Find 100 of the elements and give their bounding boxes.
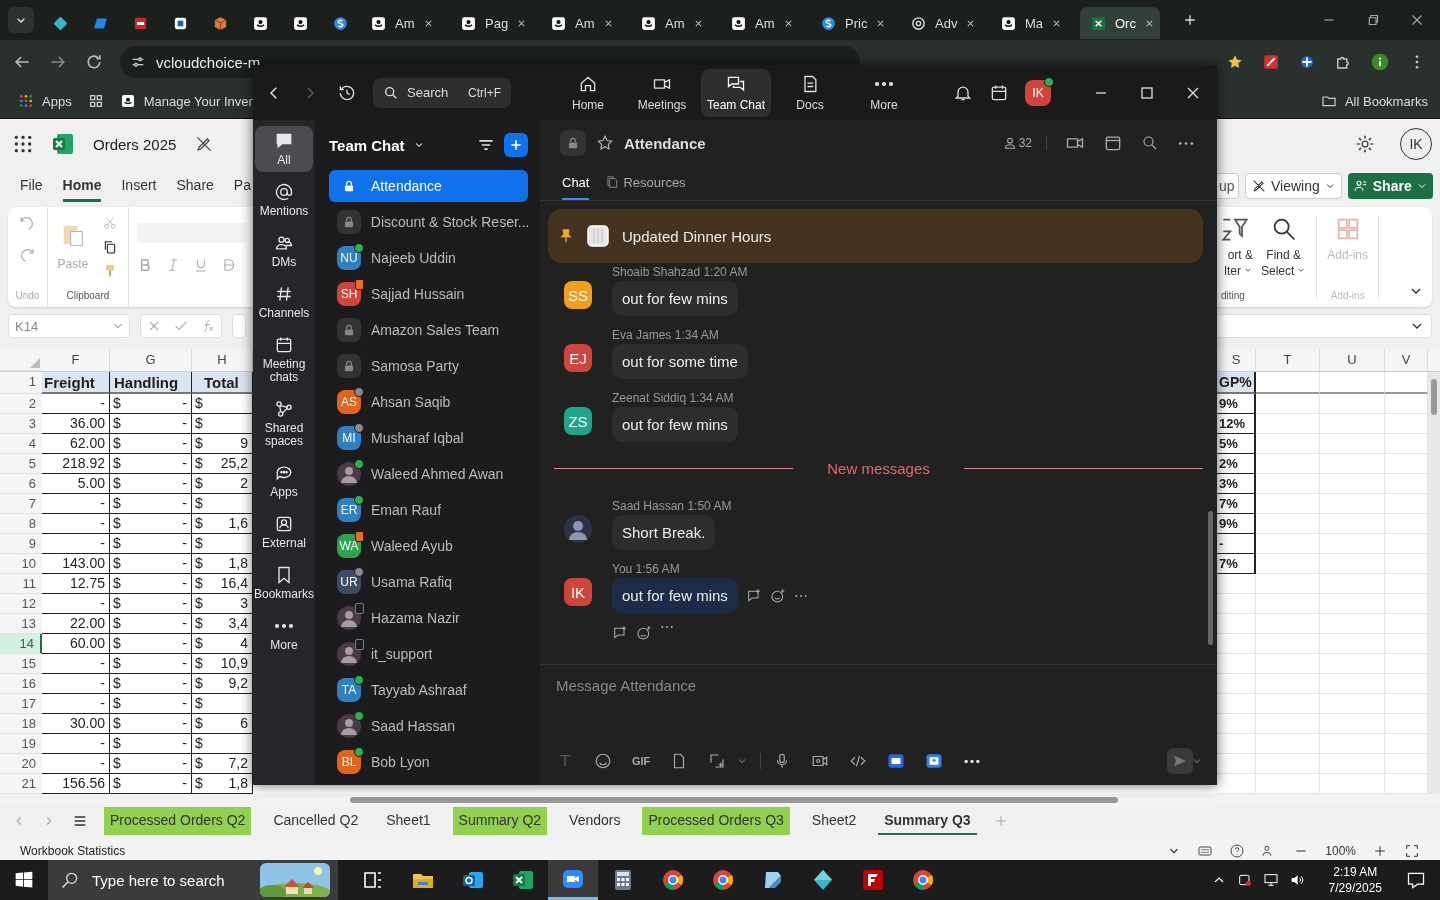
- bookmark-link[interactable]: Apps: [18, 93, 72, 109]
- row-header[interactable]: 3: [0, 414, 42, 434]
- catch-up-button[interactable]: up: [1217, 173, 1239, 199]
- chat-list-item[interactable]: Discount & Stock Reser...: [329, 206, 528, 238]
- viewing-mode-button[interactable]: Viewing: [1245, 173, 1342, 199]
- chat-list-item[interactable]: it_support: [329, 638, 528, 670]
- chat-list-item[interactable]: Hazama Nazir: [329, 602, 528, 634]
- chat-list-item[interactable]: ER Eman Rauf: [329, 494, 528, 526]
- row-header[interactable]: 6: [0, 474, 42, 494]
- sheet-tab[interactable]: Vendors: [563, 807, 627, 835]
- table-cell: 12%: [1219, 416, 1246, 431]
- browser-tab[interactable]: Adv: [900, 7, 980, 39]
- name-box[interactable]: K14: [8, 314, 130, 338]
- sort-filter-button[interactable]: ort & lter: [1217, 207, 1253, 279]
- row-header[interactable]: 11: [0, 574, 42, 594]
- row-header[interactable]: 5: [0, 454, 42, 474]
- sidebar-item[interactable]: Meeting chats: [255, 330, 313, 389]
- row-header[interactable]: 10: [0, 554, 42, 574]
- zoom-level[interactable]: 100%: [1325, 844, 1356, 858]
- chat-tab[interactable]: Resources: [605, 166, 686, 200]
- gif-button[interactable]: GIF: [632, 755, 651, 767]
- sidebar-item[interactable]: Bookmarks: [255, 560, 313, 606]
- search-field[interactable]: Type here to search: [48, 860, 338, 900]
- sheet-tab[interactable]: Summary Q3: [878, 807, 977, 835]
- sidebar-item[interactable]: Shared spaces: [255, 394, 313, 453]
- chat-list-item[interactable]: WA Waleed Ayub: [329, 530, 528, 562]
- user-avatar[interactable]: IK: [1025, 79, 1051, 106]
- ribbon-tab[interactable]: File: [20, 170, 43, 202]
- sheet-tab[interactable]: Processed Orders Q3: [642, 807, 790, 835]
- chat-list-item[interactable]: TA Tayyab Ashraaf: [329, 674, 528, 706]
- sheet-tab[interactable]: Summary Q2: [452, 807, 548, 835]
- column-header[interactable]: G: [110, 349, 192, 371]
- row-header[interactable]: 15: [0, 654, 42, 674]
- row-header[interactable]: 21: [0, 774, 42, 794]
- chat-list-item[interactable]: Amazon Sales Team: [329, 314, 528, 346]
- chat-tab[interactable]: Chat: [562, 166, 590, 200]
- sheet-tab[interactable]: Sheet1: [380, 807, 437, 835]
- row-header[interactable]: 19: [0, 734, 42, 754]
- ribbon-tab[interactable]: Insert: [121, 170, 157, 202]
- ribbon-tab[interactable]: Home: [62, 170, 102, 202]
- message-field[interactable]: Message Attendance: [556, 665, 1203, 705]
- sheet-tab[interactable]: Cancelled Q2: [267, 807, 365, 835]
- sidebar-item[interactable]: Channels: [255, 279, 313, 325]
- row-header[interactable]: 9: [0, 534, 42, 554]
- browser-tab[interactable]: Orc: [1080, 7, 1160, 39]
- row-header[interactable]: 12: [0, 594, 42, 614]
- group-label: diting: [1221, 290, 1245, 301]
- chat-list-item[interactable]: Saad Hassan: [329, 710, 528, 742]
- list-title[interactable]: Team Chat: [329, 136, 425, 154]
- share-button[interactable]: Share: [1347, 173, 1433, 199]
- row-header[interactable]: 4: [0, 434, 42, 454]
- nav-tab[interactable]: Team Chat: [701, 68, 771, 117]
- browser-tab[interactable]: Pric: [810, 7, 890, 39]
- sidebar-item[interactable]: DMs: [255, 228, 313, 274]
- chat-list-item[interactable]: Samosa Party: [329, 350, 528, 382]
- ribbon-tab[interactable]: Share: [176, 170, 214, 202]
- row-header[interactable]: 8: [0, 514, 42, 534]
- chat-list-item[interactable]: UR Usama Rafiq: [329, 566, 528, 598]
- row-header[interactable]: 16: [0, 674, 42, 694]
- chat-list-item[interactable]: BL Bob Lyon: [329, 746, 528, 778]
- sidebar-item[interactable]: More: [255, 611, 313, 657]
- clock[interactable]: 2:19 AM 7/29/2025: [1328, 864, 1382, 896]
- row-header[interactable]: 1: [0, 372, 42, 394]
- row-header[interactable]: 14: [0, 634, 42, 654]
- column-header[interactable]: U: [1320, 349, 1385, 371]
- document-title[interactable]: Orders 2025: [93, 135, 177, 153]
- browser-tab[interactable]: Am: [540, 7, 620, 39]
- chat-list-item[interactable]: Waleed Ahmed Awan: [329, 458, 528, 490]
- pinned-message-banner[interactable]: Updated Dinner Hours: [548, 209, 1203, 263]
- sidebar-item[interactable]: External: [255, 509, 313, 555]
- find-select-button[interactable]: Find & Select: [1261, 207, 1307, 279]
- currency-sign: $: [195, 434, 203, 453]
- chat-list-item[interactable]: NU Najeeb Uddin: [329, 242, 528, 274]
- browser-tab[interactable]: Am: [630, 7, 710, 39]
- chat-list-item[interactable]: Attendance: [329, 170, 528, 202]
- column-header[interactable]: F: [42, 349, 110, 371]
- row-header[interactable]: 17: [0, 694, 42, 714]
- column-header[interactable]: T: [1256, 349, 1320, 371]
- row-header[interactable]: 18: [0, 714, 42, 734]
- search-field[interactable]: Search Ctrl+F: [373, 77, 511, 108]
- chat-list-item[interactable]: SH Sajjad Hussain: [329, 278, 528, 310]
- row-header[interactable]: 13: [0, 614, 42, 634]
- browser-tab[interactable]: Ma: [990, 7, 1070, 39]
- browser-tab[interactable]: Am: [360, 7, 440, 39]
- sidebar-item[interactable]: Mentions: [255, 177, 313, 223]
- sheet-tab[interactable]: Processed Orders Q2: [104, 807, 252, 835]
- workbook-statistics-link[interactable]: Workbook Statistics: [20, 844, 126, 858]
- chat-list-item[interactable]: MI Musharaf Iqbal: [329, 422, 528, 454]
- row-header[interactable]: 7: [0, 494, 42, 514]
- ribbon-tab[interactable]: Pa: [233, 170, 251, 202]
- row-header[interactable]: 2: [0, 394, 42, 414]
- sheet-tab[interactable]: Sheet2: [805, 807, 863, 835]
- browser-tab[interactable]: Pag: [450, 7, 530, 39]
- row-header[interactable]: 20: [0, 754, 42, 774]
- sidebar-item[interactable]: Apps: [255, 458, 313, 504]
- sidebar-item[interactable]: All: [255, 126, 313, 172]
- chat-list-item[interactable]: AS Ahsan Saqib: [329, 386, 528, 418]
- members-button[interactable]: 32: [1002, 136, 1047, 150]
- browser-tab[interactable]: Am: [720, 7, 800, 39]
- all-bookmarks-button[interactable]: All Bookmarks: [1320, 93, 1440, 109]
